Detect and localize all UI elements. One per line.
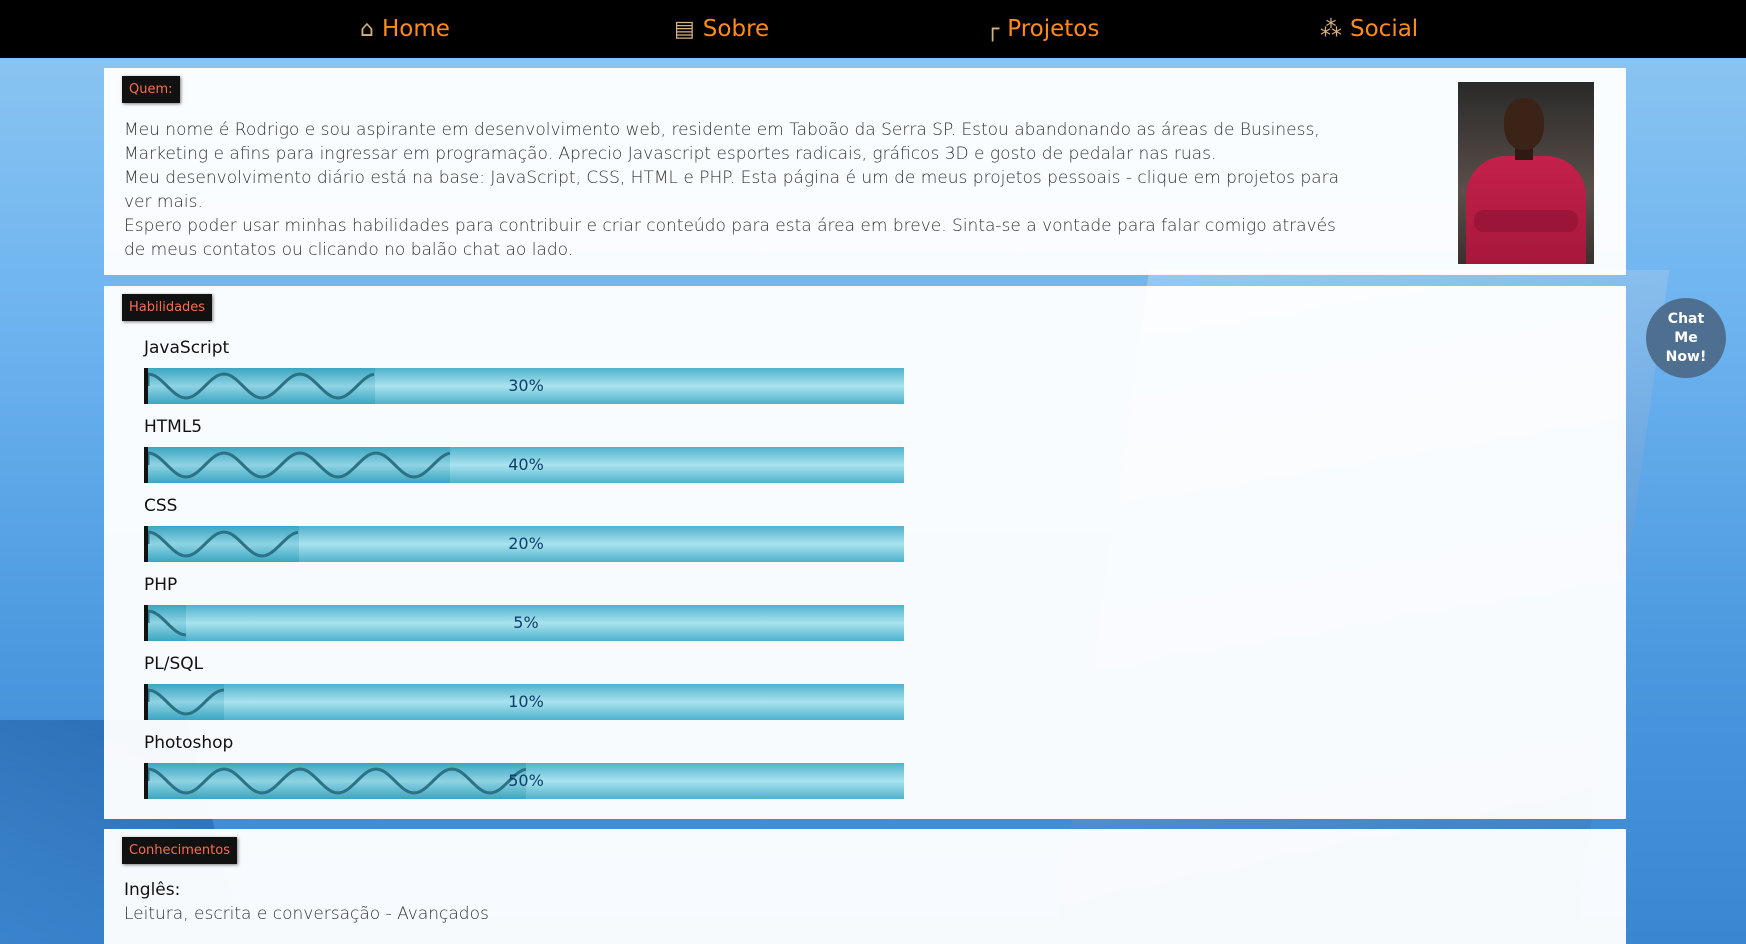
nav-item-projetos[interactable]: ┌ Projetos (986, 0, 1099, 58)
skill-bar: 5% (144, 605, 904, 641)
nav-item-label: Home (381, 16, 450, 42)
about-section: Quem: Meu nome é Rodrigo e sou aspirante… (104, 68, 1626, 275)
section-tag: Habilidades (122, 294, 213, 321)
knowledge-title: Inglês: (124, 880, 181, 900)
skill-percent: 10% (508, 692, 544, 711)
skill-label: PL/SQL (144, 654, 204, 674)
skill-bar: 40% (144, 447, 904, 483)
nav-item-social[interactable]: ⁂ Social (1320, 0, 1418, 58)
skill-percent: 40% (508, 455, 544, 474)
skill-bar: 10% (144, 684, 904, 720)
about-paragraph: Espero poder usar minhas habilidades par… (124, 216, 1336, 260)
chat-label: Chat (1667, 310, 1705, 327)
skill-label: HTML5 (144, 417, 203, 437)
knowledge-section: Conhecimentos Inglês: Leitura, escrita e… (104, 829, 1626, 944)
skill-bar: 50% (144, 763, 904, 799)
chat-label: Now! (1665, 348, 1707, 365)
skill-label: PHP (144, 575, 178, 595)
chat-bubble-button[interactable]: Chat Me Now! (1646, 298, 1726, 378)
skill-percent: 50% (508, 771, 544, 790)
about-paragraph: Meu desenvolvimento diário está na base:… (124, 168, 1340, 212)
nav-item-label: Projetos (1007, 16, 1100, 42)
person-icon: ⁂ (1320, 16, 1342, 42)
skills-section: Habilidades JavaScript 30% HTML5 40% CSS… (104, 286, 1626, 819)
skill-label: Photoshop (144, 733, 234, 753)
document-icon: ▤ (674, 16, 695, 42)
nav-item-label: Sobre (702, 16, 770, 42)
about-paragraph: Meu nome é Rodrigo e sou aspirante em de… (124, 120, 1320, 164)
about-text: Meu nome é Rodrigo e sou aspirante em de… (124, 118, 1354, 262)
section-tag: Conhecimentos (122, 837, 237, 864)
skill-label: CSS (144, 496, 178, 516)
chat-label: Me (1674, 329, 1698, 346)
photo-head (1504, 98, 1544, 150)
nav-item-label: Social (1350, 16, 1419, 42)
nav-item-home[interactable]: ⌂ Home (360, 0, 450, 58)
photo-arms (1474, 210, 1578, 232)
skill-percent: 5% (513, 613, 539, 632)
skill-bar: 30% (144, 368, 904, 404)
knowledge-description: Leitura, escrita e conversação - Avançad… (124, 904, 489, 924)
skill-bar: 20% (144, 526, 904, 562)
top-navigation: ⌂ Home ▤ Sobre ┌ Projetos ⁂ Social (0, 0, 1746, 58)
skill-percent: 30% (508, 376, 544, 395)
skill-percent: 20% (508, 534, 544, 553)
skill-label: JavaScript (144, 338, 230, 358)
section-tag: Quem: (122, 76, 180, 103)
profile-photo (1458, 82, 1594, 264)
nav-item-sobre[interactable]: ▤ Sobre (674, 0, 769, 58)
house-icon: ⌂ (360, 16, 374, 42)
crane-icon: ┌ (986, 16, 1000, 42)
